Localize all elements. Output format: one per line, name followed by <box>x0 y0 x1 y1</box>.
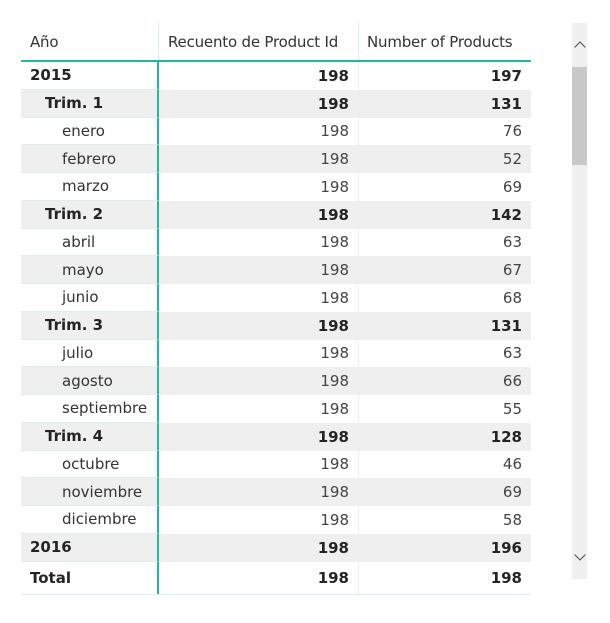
total-products: 198 <box>490 568 522 587</box>
product-id-count-cell: 198 <box>159 395 359 423</box>
column-header-product-id-count[interactable]: Recuento de Product Id <box>159 23 359 60</box>
product-id-count-cell: 198 <box>159 339 359 368</box>
product-id-count-cell: 198 <box>159 450 359 479</box>
quarter-row[interactable]: Trim. 3 198 131 <box>21 311 531 340</box>
product-id-count-cell: 198 <box>159 506 359 534</box>
number-of-products-cell: 131 <box>490 94 522 113</box>
month-row[interactable]: abril 198 63 <box>21 228 531 257</box>
row-label: julio <box>21 339 159 368</box>
row-label: 2015 <box>21 62 159 90</box>
number-of-products-cell: 131 <box>490 316 522 335</box>
product-id-count-cell: 198 <box>159 478 359 506</box>
month-row[interactable]: julio 198 63 <box>21 339 531 368</box>
product-id-count-cell: 198 <box>159 256 359 284</box>
number-of-products-cell: 63 <box>502 344 522 363</box>
product-id-count-cell: 198 <box>159 173 359 201</box>
product-id-count-cell: 198 <box>159 311 359 340</box>
product-id-count-cell: 198 <box>159 228 359 257</box>
column-header-year[interactable]: Año <box>21 23 159 60</box>
row-label: Trim. 3 <box>21 311 159 340</box>
number-of-products-cell: 63 <box>502 233 522 252</box>
column-header-number-of-products[interactable]: Number of Products <box>359 23 531 60</box>
row-label: diciembre <box>21 506 159 534</box>
scroll-up-button[interactable] <box>572 35 587 55</box>
month-row[interactable]: octubre 198 46 <box>21 450 531 479</box>
row-label: octubre <box>21 450 159 479</box>
product-id-count-cell: 198 <box>159 145 359 173</box>
number-of-products-cell: 69 <box>502 177 522 196</box>
number-of-products-cell: 142 <box>490 205 522 224</box>
row-label: Trim. 1 <box>21 89 159 118</box>
number-of-products-cell: 128 <box>490 427 522 446</box>
row-label: septiembre <box>21 395 159 423</box>
table-header: Año Recuento de Product Id Number of Pro… <box>21 23 531 62</box>
chevron-up-icon <box>573 41 586 53</box>
product-id-count-cell: 198 <box>159 62 359 90</box>
month-row[interactable]: agosto 198 66 <box>21 367 531 395</box>
number-of-products-cell: 52 <box>502 150 522 169</box>
number-of-products-cell: 67 <box>502 261 522 280</box>
quarter-row[interactable]: Trim. 2 198 142 <box>21 200 531 229</box>
month-row[interactable]: enero 198 76 <box>21 117 531 146</box>
total-row: Total 198 198 <box>21 561 531 595</box>
month-row[interactable]: marzo 198 69 <box>21 173 531 201</box>
row-label: 2016 <box>21 533 159 562</box>
product-id-count-cell: 198 <box>159 422 359 451</box>
row-label: mayo <box>21 256 159 284</box>
number-of-products-cell: 58 <box>502 510 522 529</box>
number-of-products-cell: 55 <box>502 399 522 418</box>
number-of-products-cell: 46 <box>502 455 522 474</box>
table-body: 2015 198 197 Trim. 1 198 131 enero 198 76 febrero… <box>21 62 531 562</box>
row-label: febrero <box>21 145 159 173</box>
row-label: junio <box>21 284 159 312</box>
product-id-count-cell: 198 <box>159 284 359 312</box>
year-row[interactable]: 2016 198 196 <box>21 533 531 562</box>
total-count: 198 <box>159 561 359 594</box>
product-id-count-cell: 198 <box>159 533 359 562</box>
product-id-count-cell: 198 <box>159 117 359 146</box>
month-row[interactable]: mayo 198 67 <box>21 256 531 284</box>
month-row[interactable]: noviembre 198 69 <box>21 478 531 506</box>
number-of-products-cell: 196 <box>490 538 522 557</box>
row-label: noviembre <box>21 478 159 506</box>
month-row[interactable]: diciembre 198 58 <box>21 506 531 534</box>
month-row[interactable]: febrero 198 52 <box>21 145 531 173</box>
row-label: agosto <box>21 367 159 395</box>
row-label: Trim. 2 <box>21 200 159 229</box>
row-label: marzo <box>21 173 159 201</box>
product-id-count-cell: 198 <box>159 89 359 118</box>
number-of-products-cell: 197 <box>490 66 522 85</box>
row-label: enero <box>21 117 159 146</box>
number-of-products-cell: 66 <box>502 372 522 391</box>
product-id-count-cell: 198 <box>159 200 359 229</box>
row-label: abril <box>21 228 159 257</box>
quarter-row[interactable]: Trim. 1 198 131 <box>21 89 531 118</box>
total-label: Total <box>21 561 159 594</box>
vertical-scrollbar[interactable] <box>572 23 587 579</box>
number-of-products-cell: 69 <box>502 483 522 502</box>
number-of-products-cell: 76 <box>502 122 522 141</box>
year-row[interactable]: 2015 198 197 <box>21 62 531 90</box>
month-row[interactable]: junio 198 68 <box>21 284 531 312</box>
scroll-down-button[interactable] <box>572 547 587 567</box>
product-id-count-cell: 198 <box>159 367 359 395</box>
number-of-products-cell: 68 <box>502 288 522 307</box>
chevron-down-icon <box>573 549 586 561</box>
quarter-row[interactable]: Trim. 4 198 128 <box>21 422 531 451</box>
month-row[interactable]: septiembre 198 55 <box>21 395 531 423</box>
scrollbar-thumb[interactable] <box>572 67 587 165</box>
matrix-table: Año Recuento de Product Id Number of Pro… <box>21 23 531 595</box>
row-label: Trim. 4 <box>21 422 159 451</box>
